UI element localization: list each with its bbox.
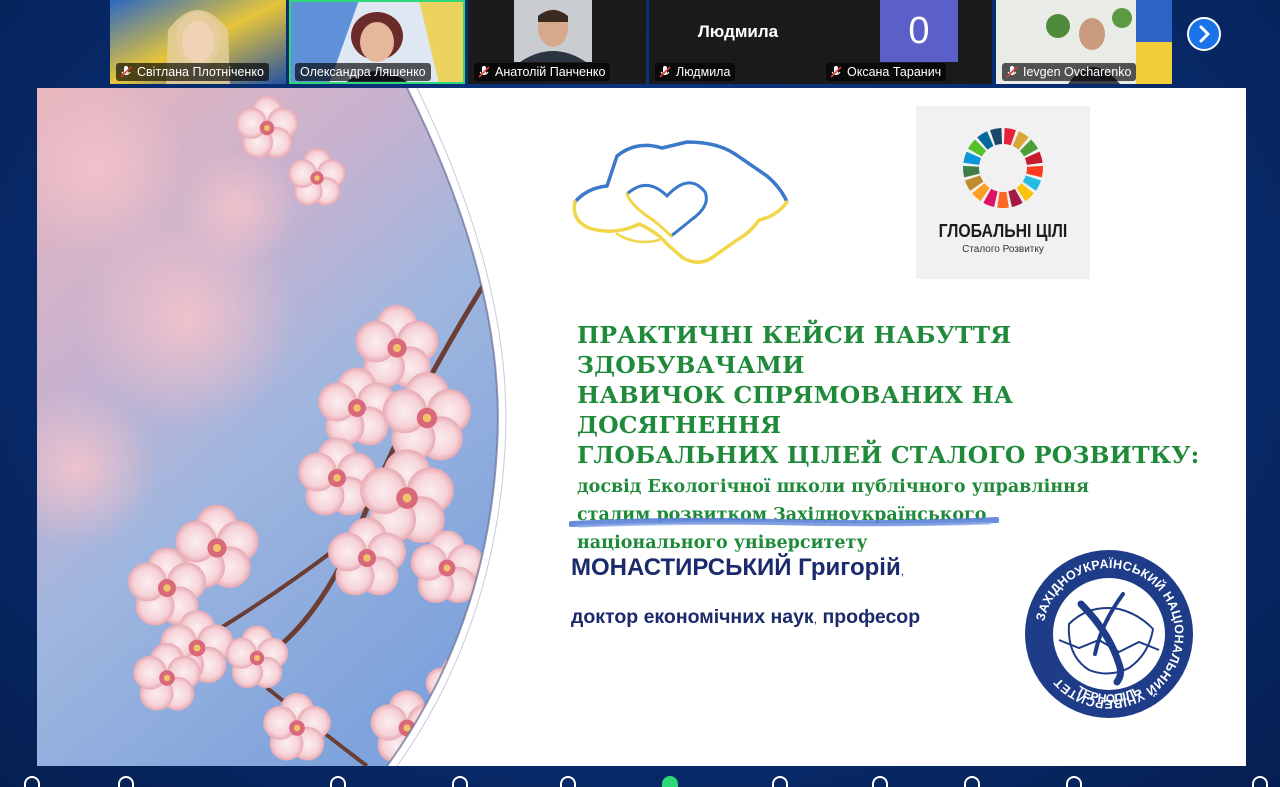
slide-title-line: ПРАКТИЧНІ КЕЙСИ НАБУТТЯ ЗДОБУВАЧАМИ [577, 321, 1012, 379]
participant-name: Оксана Таранич [847, 65, 942, 79]
mic-off-icon [830, 66, 842, 78]
author-name-suffix: , [900, 564, 905, 578]
notes-button[interactable] [964, 776, 980, 787]
author-name-text: МОНАСТИРСЬКИЙ Григорій [571, 554, 901, 581]
next-participants-button[interactable] [1187, 17, 1221, 51]
meeting-toolbar [0, 772, 1280, 787]
slide-title-line: НАВИЧОК СПРЯМОВАНИХ НА ДОСЯГНЕННЯ [577, 381, 1014, 439]
sdg-wheel-icon [963, 128, 1043, 208]
author-title: доктор економічних наук, професор [571, 606, 920, 629]
participant-name-tag: Олександра Ляшенко [295, 63, 431, 81]
mic-off-icon [659, 66, 671, 78]
mic-off-icon [478, 66, 490, 78]
participant-name: Людмила [676, 65, 731, 79]
participant-name: Олександра Ляшенко [300, 65, 426, 79]
mic-off-icon [120, 66, 132, 78]
participant-name-tag: Людмила [655, 63, 736, 81]
chevron-right-icon [1199, 25, 1210, 43]
leave-button[interactable] [1252, 776, 1268, 787]
mic-toggle-button[interactable] [24, 776, 40, 787]
participant-name: Світлана Плотніченко [137, 65, 264, 79]
mic-off-icon [1006, 66, 1018, 78]
author-degree: доктор економічних наук [571, 606, 814, 628]
brush-divider [569, 517, 999, 528]
sdg-logo-subtitle: Сталого Розвитку [962, 244, 1044, 255]
participant-tile[interactable]: Ievgen Ovcharenko [996, 0, 1172, 84]
participant-name-tag: Світлана Плотніченко [116, 63, 269, 81]
participant-name: Ievgen Ovcharenko [1023, 65, 1132, 79]
participant-display-label: Людмила [697, 22, 779, 41]
participant-strip: Світлана Плотніченко Олександра Ляшенко [110, 0, 1180, 84]
participant-tile[interactable]: Світлана Плотніченко [110, 0, 286, 84]
participant-tile[interactable]: 0 Оксана Таранич [820, 0, 992, 84]
participant-name-tag: Ievgen Ovcharenko [1002, 63, 1137, 81]
university-seal-icon: ЗАХІДНОУКРАЇНСЬКИЙ НАЦІОНАЛЬНИЙ УНІВЕРСИ… [1025, 550, 1193, 718]
chat-button[interactable] [452, 776, 468, 787]
participant-tile[interactable]: Людмила Людмила [649, 0, 827, 84]
share-screen-button[interactable] [662, 776, 678, 787]
slide-subtitle: досвід Екологічної школи публічного упра… [577, 473, 1217, 557]
participant-avatar: 0 [880, 0, 958, 62]
apps-button[interactable] [772, 776, 788, 787]
camera-toggle-button[interactable] [118, 776, 134, 787]
slide-title-line: ГЛОБАЛЬНИХ ЦІЛЕЙ СТАЛОГО РОЗВИТКУ: [577, 441, 1200, 469]
slide-title: ПРАКТИЧНІ КЕЙСИ НАБУТТЯ ЗДОБУВАЧАМИ НАВИ… [577, 320, 1217, 470]
sdg-wheel-segment [1026, 165, 1043, 178]
ukraine-heart-map-icon [572, 140, 789, 264]
cherry-blossom-image [37, 88, 507, 766]
reactions-button[interactable] [560, 776, 576, 787]
slide-subtitle-line: досвід Екологічної школи публічного упра… [577, 477, 1089, 497]
participant-name-tag: Анатолій Панченко [474, 63, 611, 81]
sdg-logo-title: ГЛОБАЛЬНІ ЦІЛІ [938, 221, 1068, 241]
sdg-wheel-segment [997, 191, 1009, 208]
author-name: МОНАСТИРСЬКИЙ Григорій, [571, 554, 904, 582]
participant-tile[interactable]: Анатолій Панченко [468, 0, 646, 84]
participant-name: Анатолій Панченко [495, 65, 606, 79]
whiteboard-button[interactable] [872, 776, 888, 787]
shared-slide: ГЛОБАЛЬНІ ЦІЛІ Сталого Розвитку ПРАКТИЧН… [37, 88, 1246, 766]
participant-tile[interactable]: Олександра Ляшенко [289, 0, 465, 84]
participant-name-tag: Оксана Таранич [826, 63, 947, 81]
more-button[interactable] [1066, 776, 1082, 787]
participants-button[interactable] [330, 776, 346, 787]
author-rank: професор [822, 606, 921, 628]
sdg-wheel-segment [963, 165, 980, 178]
sdg-logo: ГЛОБАЛЬНІ ЦІЛІ Сталого Розвитку [916, 106, 1090, 279]
